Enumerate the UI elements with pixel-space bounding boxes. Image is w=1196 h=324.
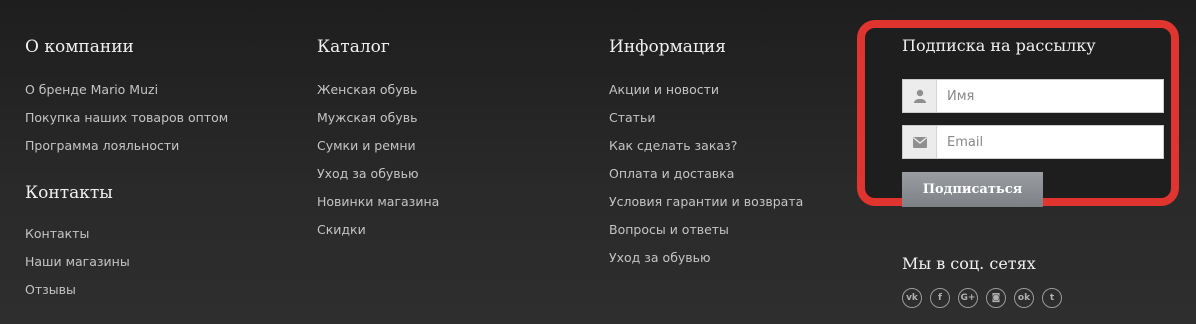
info-links: Акции и новости Статьи Как сделать заказ… <box>609 76 803 272</box>
subscribe-heading: Подписка на рассылку <box>902 36 1096 55</box>
contacts-heading: Контакты <box>25 183 113 203</box>
footer-link[interactable]: Наши магазины <box>25 248 228 276</box>
envelope-icon <box>903 126 937 158</box>
catalog-heading: Каталог <box>317 37 390 57</box>
twitter-icon[interactable]: t <box>1042 288 1062 308</box>
info-heading: Информация <box>609 37 726 57</box>
facebook-icon[interactable]: f <box>930 288 950 308</box>
footer-link[interactable]: О бренде Mario Muzi <box>25 76 228 104</box>
footer-link[interactable]: Вопросы и ответы <box>609 216 803 244</box>
vk-icon[interactable]: vk <box>902 288 922 308</box>
footer-link[interactable]: Сумки и ремни <box>317 132 439 160</box>
odnoklassniki-icon[interactable]: ok <box>1014 288 1034 308</box>
catalog-links: Женская обувь Мужская обувь Сумки и ремн… <box>317 76 439 244</box>
footer-link[interactable]: Оплата и доставка <box>609 160 803 188</box>
footer-link[interactable]: Контакты <box>25 220 228 248</box>
footer-link[interactable]: Уход за обувью <box>317 160 439 188</box>
google-plus-icon[interactable]: G+ <box>958 288 978 308</box>
email-input[interactable] <box>937 126 1163 158</box>
subscribe-button[interactable]: Подписаться <box>902 172 1043 207</box>
footer-link[interactable]: Как сделать заказ? <box>609 132 803 160</box>
footer-link[interactable]: Уход за обувью <box>609 244 803 272</box>
footer-link[interactable]: Отзывы <box>25 276 228 304</box>
social-heading: Мы в соц. сетях <box>902 254 1036 273</box>
footer-link[interactable]: Мужская обувь <box>317 104 439 132</box>
name-input[interactable] <box>937 80 1163 112</box>
footer-link[interactable]: Скидки <box>317 216 439 244</box>
footer-link[interactable]: Программа лояльности <box>25 132 228 160</box>
footer-link[interactable]: Условия гарантии и возврата <box>609 188 803 216</box>
email-field <box>902 125 1164 159</box>
user-icon <box>903 80 937 112</box>
footer-link[interactable]: Акции и новости <box>609 76 803 104</box>
about-heading: О компании <box>25 37 134 57</box>
footer-link[interactable]: Женская обувь <box>317 76 439 104</box>
contacts-links: Контакты Наши магазины Отзывы <box>25 220 228 304</box>
social-links: vk f G+ ◙ ok t <box>902 288 1062 308</box>
footer-column-info: Информация Акции и новости Статьи Как сд… <box>609 36 803 272</box>
footer-column-catalog: Каталог Женская обувь Мужская обувь Сумк… <box>317 36 439 244</box>
about-links: О бренде Mario Muzi Покупка наших товаро… <box>25 76 228 160</box>
footer-column-about: О компании О бренде Mario Muzi Покупка н… <box>25 36 228 304</box>
instagram-icon[interactable]: ◙ <box>986 288 1006 308</box>
name-field <box>902 79 1164 113</box>
footer-link[interactable]: Новинки магазина <box>317 188 439 216</box>
footer-link[interactable]: Покупка наших товаров оптом <box>25 104 228 132</box>
footer-link[interactable]: Статьи <box>609 104 803 132</box>
